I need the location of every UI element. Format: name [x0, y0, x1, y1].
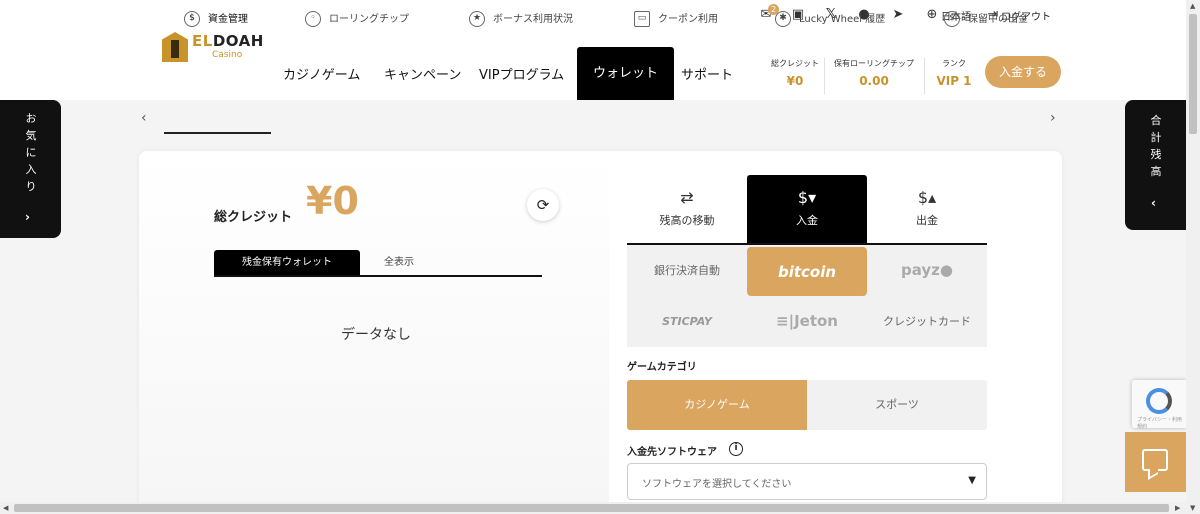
- dollar-clock-icon: $: [944, 11, 960, 27]
- horizontal-scrollbar[interactable]: ◀ ▶: [0, 502, 1186, 514]
- vertical-char: 合: [1150, 114, 1162, 127]
- total-balance-side-tab[interactable]: 合 計 残 高 ‹: [1125, 100, 1186, 230]
- dollar-icon: $: [184, 11, 200, 27]
- vertical-char: 計: [1150, 131, 1162, 144]
- refresh-button[interactable]: ⟳: [527, 189, 559, 221]
- subnav-lucky-wheel[interactable]: ✱ Lucky Wheel 履歴: [775, 10, 885, 27]
- category-casino[interactable]: カジノゲーム: [627, 380, 807, 430]
- subnav-active-underline: [164, 132, 271, 134]
- wheel-icon: ✱: [775, 11, 791, 27]
- empty-state-text: データなし: [341, 327, 411, 343]
- logo-sub: Casino: [212, 50, 243, 60]
- chip-icon: ◦: [305, 11, 321, 27]
- vertical-scroll-thumb[interactable]: [1189, 14, 1197, 134]
- total-credit-value: ¥0: [306, 179, 359, 223]
- horizontal-scroll-thumb[interactable]: [14, 504, 1169, 512]
- chevron-left-icon: ‹: [1151, 196, 1156, 210]
- stat-total-credit: 総クレジット ¥0: [766, 58, 824, 88]
- recaptcha-text: プライバシー・利用規約: [1137, 417, 1182, 430]
- scroll-up-icon[interactable]: ▲: [1190, 2, 1195, 10]
- caret-down-icon: ▼: [968, 475, 976, 486]
- stat-label: 総クレジット: [771, 59, 819, 68]
- telegram-icon[interactable]: ➤: [890, 7, 906, 23]
- recaptcha-badge[interactable]: プライバシー・利用規約: [1132, 380, 1186, 430]
- logo[interactable]: ELDOAH Casino: [162, 30, 264, 64]
- swap-arrows-icon: ⇄: [680, 188, 694, 207]
- stat-label: 保有ローリングチップ: [834, 59, 914, 68]
- tab-withdraw[interactable]: $▴ 出金: [867, 175, 987, 243]
- scroll-down-icon[interactable]: ▼: [1190, 504, 1195, 512]
- tab-label: 残高の移動: [659, 214, 715, 227]
- nav-vip-program[interactable]: VIPプログラム: [479, 64, 564, 83]
- subnav-coupon[interactable]: ▭ クーポン利用: [634, 10, 718, 27]
- subnav-pending-withdrawal[interactable]: $ 保留中の出金: [944, 10, 1028, 27]
- nav-campaign[interactable]: キャンペーン: [384, 64, 461, 83]
- software-select-placeholder: ソフトウェアを選択してください: [642, 479, 792, 490]
- star-icon: ★: [469, 11, 485, 27]
- favorites-side-tab[interactable]: お 気 に 入 り ›: [0, 100, 61, 238]
- dollar-up-icon: $▴: [917, 188, 937, 207]
- category-sports[interactable]: スポーツ: [807, 380, 987, 430]
- chat-icon: [1142, 449, 1168, 471]
- coupon-icon: ▭: [634, 11, 650, 27]
- tab-label: 出金: [916, 214, 938, 227]
- stat-label: ランク: [942, 59, 966, 68]
- stat-rolling-chip: 保有ローリングチップ 0.00: [826, 58, 922, 88]
- recaptcha-icon: [1146, 388, 1172, 414]
- globe-icon[interactable]: ⊕: [924, 7, 940, 23]
- vertical-char: 入: [25, 163, 37, 176]
- payment-method-grid: 銀行決済自動 bitcoin payz● STICPAY ≡|Jeton クレジ…: [627, 245, 987, 347]
- vertical-char: お: [25, 112, 37, 125]
- nav-casino-games[interactable]: カジノゲーム: [283, 64, 360, 83]
- dollar-down-icon: $▾: [797, 188, 817, 207]
- divider: [924, 58, 925, 94]
- subnav-next-icon[interactable]: ›: [1050, 110, 1056, 126]
- vertical-scrollbar[interactable]: ▲ ▼: [1186, 0, 1200, 514]
- tab-transfer[interactable]: ⇄ 残高の移動: [627, 175, 747, 243]
- scroll-left-icon[interactable]: ◀: [3, 504, 8, 512]
- info-icon[interactable]: i: [729, 442, 743, 456]
- logo-text: ELDOAH: [192, 32, 264, 50]
- pay-jeton[interactable]: ≡|Jeton: [747, 296, 867, 347]
- software-label: 入金先ソフトウェア: [627, 447, 717, 458]
- chevron-right-icon: ›: [25, 210, 30, 224]
- divider: [824, 58, 825, 94]
- vertical-char: 気: [25, 129, 37, 142]
- pay-payz[interactable]: payz●: [867, 245, 987, 296]
- pay-bitcoin[interactable]: bitcoin: [747, 247, 867, 296]
- stat-rank: ランク VIP 1: [930, 58, 978, 88]
- game-category-label: ゲームカテゴリ: [627, 362, 697, 373]
- tab-deposit[interactable]: $▾ 入金: [747, 175, 867, 243]
- stat-value: VIP 1: [936, 74, 972, 88]
- nav-wallet[interactable]: ウォレット: [577, 47, 674, 100]
- stat-value: ¥0: [786, 74, 804, 88]
- scroll-right-icon[interactable]: ▶: [1175, 504, 1180, 512]
- subnav-rolling-chip[interactable]: ◦ ローリングチップ: [305, 10, 409, 27]
- vertical-char: り: [25, 180, 37, 193]
- pay-sticpay[interactable]: STICPAY: [627, 296, 747, 347]
- software-select[interactable]: ソフトウェアを選択してください ▼: [627, 463, 987, 500]
- pay-credit-card[interactable]: クレジットカード: [867, 296, 987, 347]
- subnav-fund-management[interactable]: $ 資金管理: [184, 10, 248, 27]
- wallet-tabs-underline: [214, 275, 542, 277]
- logo-mark-icon: [162, 32, 188, 62]
- tab-balance-wallet[interactable]: 残金保有ウォレット: [214, 250, 360, 276]
- stat-value: 0.00: [859, 74, 889, 88]
- nav-support[interactable]: サポート: [681, 64, 733, 83]
- deposit-button[interactable]: 入金する: [985, 56, 1061, 88]
- total-credit-label: 総クレジット: [214, 210, 293, 225]
- tab-show-all[interactable]: 全表示: [360, 250, 438, 276]
- subnav-prev-icon[interactable]: ‹: [141, 110, 147, 126]
- subnav-bonus-usage[interactable]: ★ ボーナス利用状況: [469, 10, 573, 27]
- pay-bank-auto[interactable]: 銀行決済自動: [627, 245, 747, 296]
- vertical-char: に: [25, 146, 37, 159]
- tab-label: 入金: [796, 214, 818, 227]
- vertical-char: 高: [1150, 165, 1162, 178]
- chat-button[interactable]: [1125, 432, 1186, 492]
- vertical-char: 残: [1150, 148, 1162, 161]
- refresh-icon: ⟳: [536, 196, 550, 214]
